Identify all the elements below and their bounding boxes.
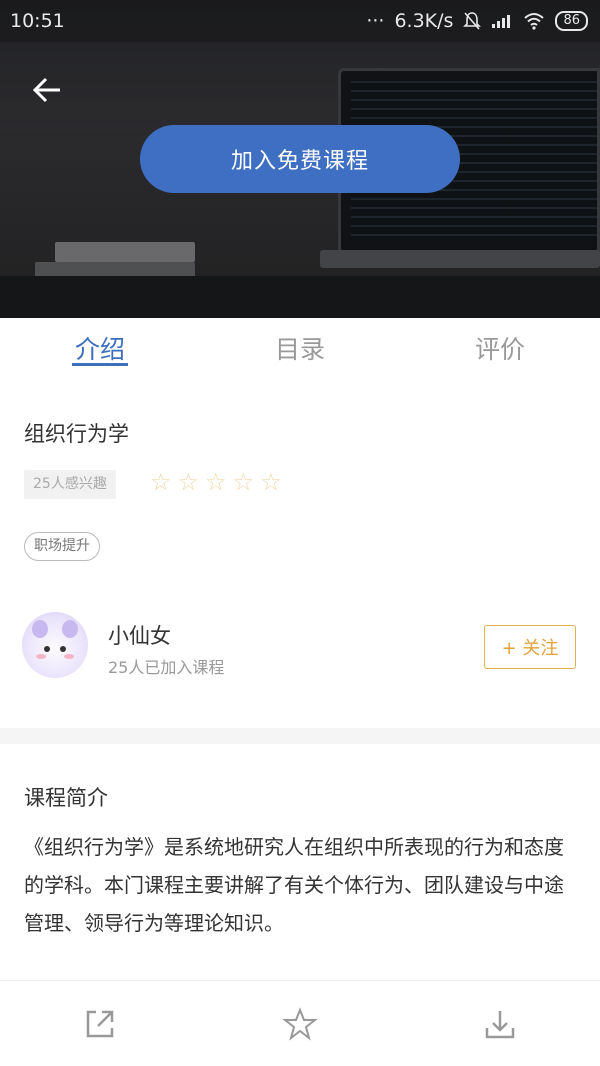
intro-body: 《组织行为学》是系统地研究人在组织中所表现的行为和态度的学科。本门课程主要讲解了… — [24, 835, 564, 935]
star-icon: ☆ — [150, 468, 172, 496]
tab-catalog[interactable]: 目录 — [200, 318, 400, 388]
battery-icon: 86 — [555, 11, 588, 31]
signal-icon — [492, 15, 511, 28]
star-icon: ☆ — [205, 468, 227, 496]
status-bar: 10:51 ··· 6.3K/s 86 — [0, 0, 600, 42]
intro-section-title: 课程简介 — [24, 786, 108, 810]
follow-button[interactable]: + 关注 — [484, 625, 576, 669]
star-icon: ☆ — [177, 468, 200, 496]
author-joined-count: 25人已加入课程 — [108, 658, 225, 677]
avatar[interactable] — [22, 612, 88, 678]
author-row: 小仙女 25人已加入课程 + 关注 — [22, 608, 578, 688]
arrow-left-icon — [32, 77, 60, 103]
author-name[interactable]: 小仙女 — [108, 620, 171, 650]
star-icon: ☆ — [232, 468, 255, 496]
course-title: 组织行为学 — [24, 422, 129, 446]
tab-bar: 介绍 目录 评价 — [0, 318, 600, 388]
wifi-icon — [524, 13, 545, 30]
status-time: 10:51 — [10, 10, 65, 32]
tab-reviews[interactable]: 评价 — [400, 318, 600, 388]
share-icon[interactable] — [82, 1006, 118, 1042]
bottom-action-bar — [0, 980, 600, 1066]
interest-count-badge: 25人感兴趣 — [24, 470, 116, 499]
section-divider — [0, 728, 600, 744]
bell-muted-icon — [463, 12, 482, 30]
download-icon[interactable] — [482, 1006, 518, 1042]
back-button[interactable] — [28, 70, 68, 110]
tab-intro[interactable]: 介绍 — [0, 318, 200, 388]
more-dots-icon: ··· — [366, 10, 385, 32]
network-speed: 6.3K/s — [394, 10, 454, 32]
star-icon: ☆ — [260, 468, 282, 496]
star-icon[interactable] — [282, 1006, 318, 1042]
course-tag[interactable]: 职场提升 — [24, 532, 100, 561]
join-free-course-button[interactable]: 加入免费课程 — [140, 125, 460, 193]
rating-stars: ☆ ☆ ☆ ☆ ☆ — [150, 468, 282, 496]
